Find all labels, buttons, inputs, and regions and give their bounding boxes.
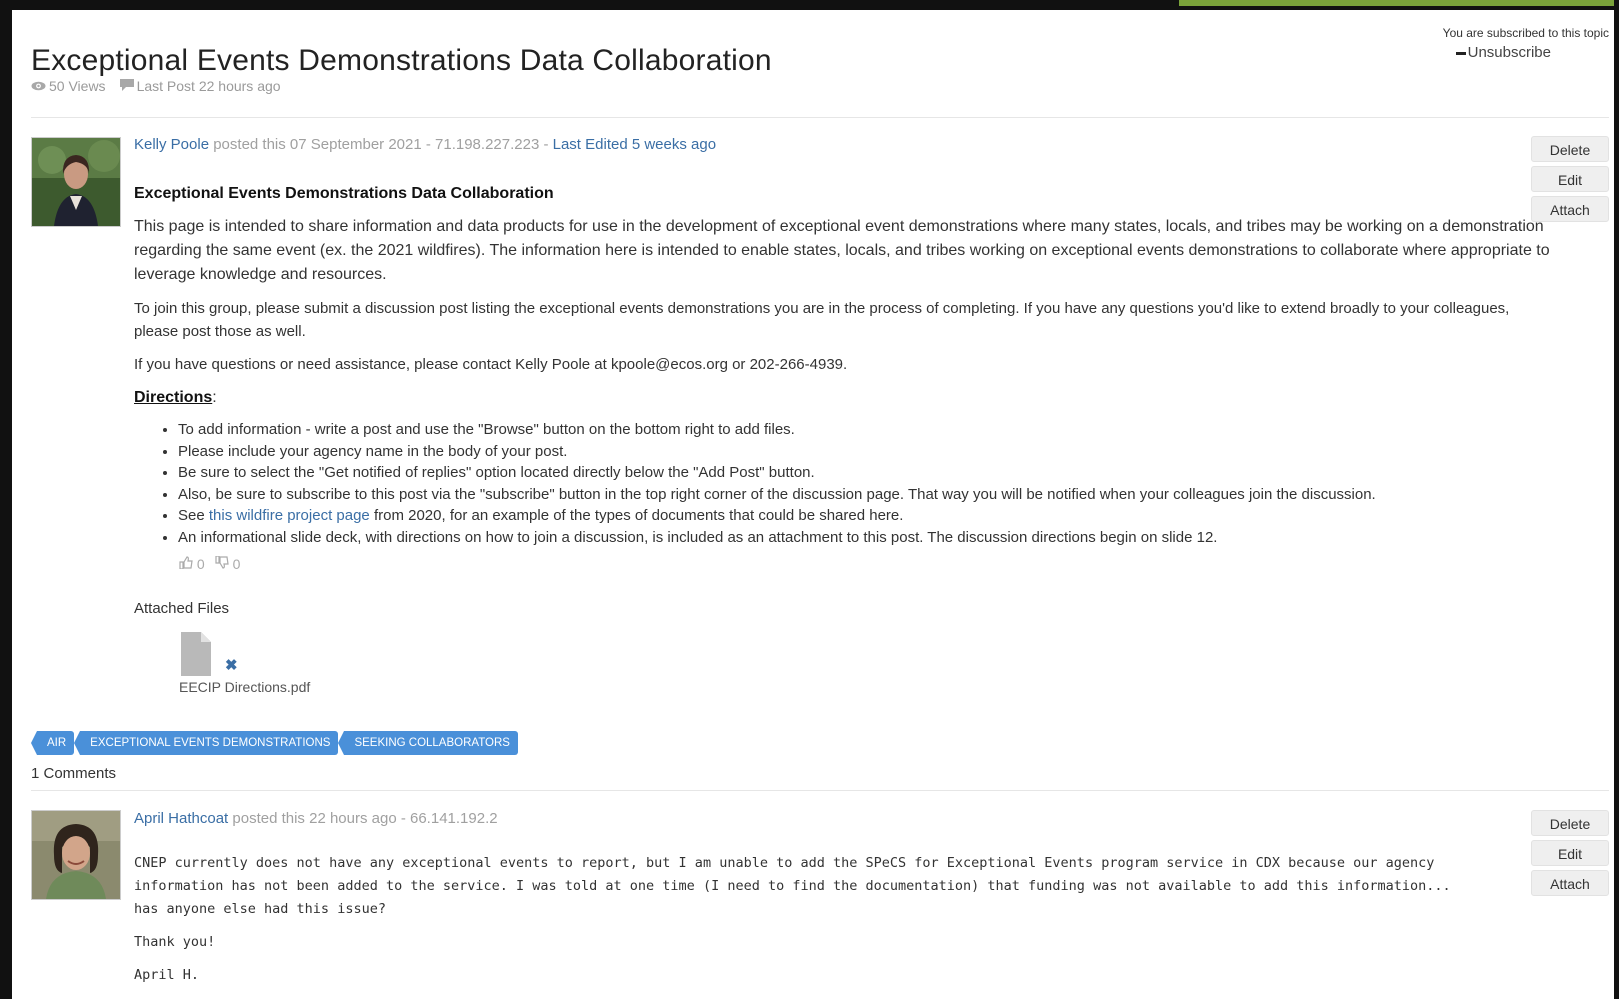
directions-heading: Directions: [134,386,1554,409]
post-body: Exceptional Events Demonstrations Data C… [134,182,1554,548]
like-count: 0 [196,556,205,572]
subscribed-status: You are subscribed to this topic [1442,26,1609,40]
attach-button[interactable]: Attach [1531,870,1609,896]
post-paragraph: This page is intended to share informati… [134,218,1550,283]
last-post-label: Last Post 22 hours ago [136,78,281,94]
see-suffix: from 2020, for an example of the types o… [369,507,904,524]
post-meta: posted this 07 September 2021 - 71.198.2… [209,136,553,153]
list-item: Be sure to select the "Get notified of r… [178,462,1554,484]
subscription-box: You are subscribed to this topic Unsubsc… [1419,26,1609,62]
topic-meta: 50 Views Last Post 22 hours ago [31,78,281,94]
list-item: An informational slide deck, with direct… [178,527,1554,549]
list-item: To add information - write a post and us… [178,419,1554,441]
page-title: Exceptional Events Demonstrations Data C… [31,44,772,78]
directions-colon: : [212,389,217,406]
minus-icon [1455,51,1466,55]
directions-list: To add information - write a post and us… [134,419,1554,548]
window-frame-right [1614,0,1619,999]
comment-body: CNEP currently does not have any excepti… [134,852,1454,997]
directions-label: Directions [134,389,213,406]
comment-icon [119,78,134,94]
wildfire-project-link[interactable]: this wildfire project page [209,507,370,524]
list-item: See this wildfire project page from 2020… [178,505,1554,527]
see-prefix: See [178,507,209,524]
unsubscribe-label: Unsubscribe [1467,44,1551,61]
comment-meta: posted this 22 hours ago - 66.141.192.2 [228,810,498,827]
comment-paragraph: Thank you! [134,934,216,950]
avatar[interactable] [31,810,121,900]
thumbs-down-icon [215,555,229,569]
frame-accent [1179,0,1619,6]
attached-files-label: Attached Files [134,600,230,617]
last-post: Last Post 22 hours ago [119,78,281,94]
delete-button[interactable]: Delete [1531,136,1609,162]
window-frame-left [0,0,12,999]
comment-header: April Hathcoat posted this 22 hours ago … [134,810,498,827]
window-frame-top [0,0,1619,10]
divider [31,117,1609,118]
comment-actions: Delete Edit Attach [1531,810,1609,900]
dislike-count: 0 [232,556,241,572]
post-heading: Exceptional Events Demonstrations Data C… [134,185,554,202]
author-link[interactable]: Kelly Poole [134,136,209,153]
file-name[interactable]: EECIP Directions.pdf [179,679,310,695]
delete-button[interactable]: Delete [1531,810,1609,836]
file-icon[interactable] [179,632,213,676]
views-label: 50 Views [49,78,106,94]
list-item: Please include your agency name in the b… [178,441,1554,463]
post-header: Kelly Poole posted this 07 September 202… [134,136,716,153]
tag[interactable]: SEEKING COLLABORATORS [338,731,518,755]
comments-count: 1 Comments [31,765,117,782]
author-link[interactable]: April Hathcoat [134,810,228,827]
edit-button[interactable]: Edit [1531,840,1609,866]
comment-paragraph: April H. [134,967,200,983]
post-paragraph: To join this group, please submit a disc… [134,300,1510,340]
vote-bar: 0 0 [179,555,241,572]
divider [31,790,1609,791]
tag-list: AIR EXCEPTIONAL EVENTS DEMONSTRATIONS SE… [30,731,518,755]
list-item: Also, be sure to subscribe to this post … [178,484,1554,506]
views-count: 50 Views [31,78,106,94]
eye-icon [31,78,46,94]
last-edited-link[interactable]: Last Edited 5 weeks ago [553,136,716,153]
discussion-page: Exceptional Events Demonstrations Data C… [30,10,1609,999]
tag[interactable]: EXCEPTIONAL EVENTS DEMONSTRATIONS [74,731,339,755]
like-button[interactable]: 0 [179,556,205,572]
unsubscribe-button[interactable]: Unsubscribe [1455,44,1551,61]
thumbs-up-icon [179,556,193,570]
dislike-button[interactable]: 0 [215,555,241,572]
comment-paragraph: CNEP currently does not have any excepti… [134,855,1451,917]
post-paragraph: If you have questions or need assistance… [134,356,848,373]
remove-file-icon[interactable]: ✖ [225,656,238,674]
tag[interactable]: AIR [30,731,75,755]
avatar[interactable] [31,137,121,227]
